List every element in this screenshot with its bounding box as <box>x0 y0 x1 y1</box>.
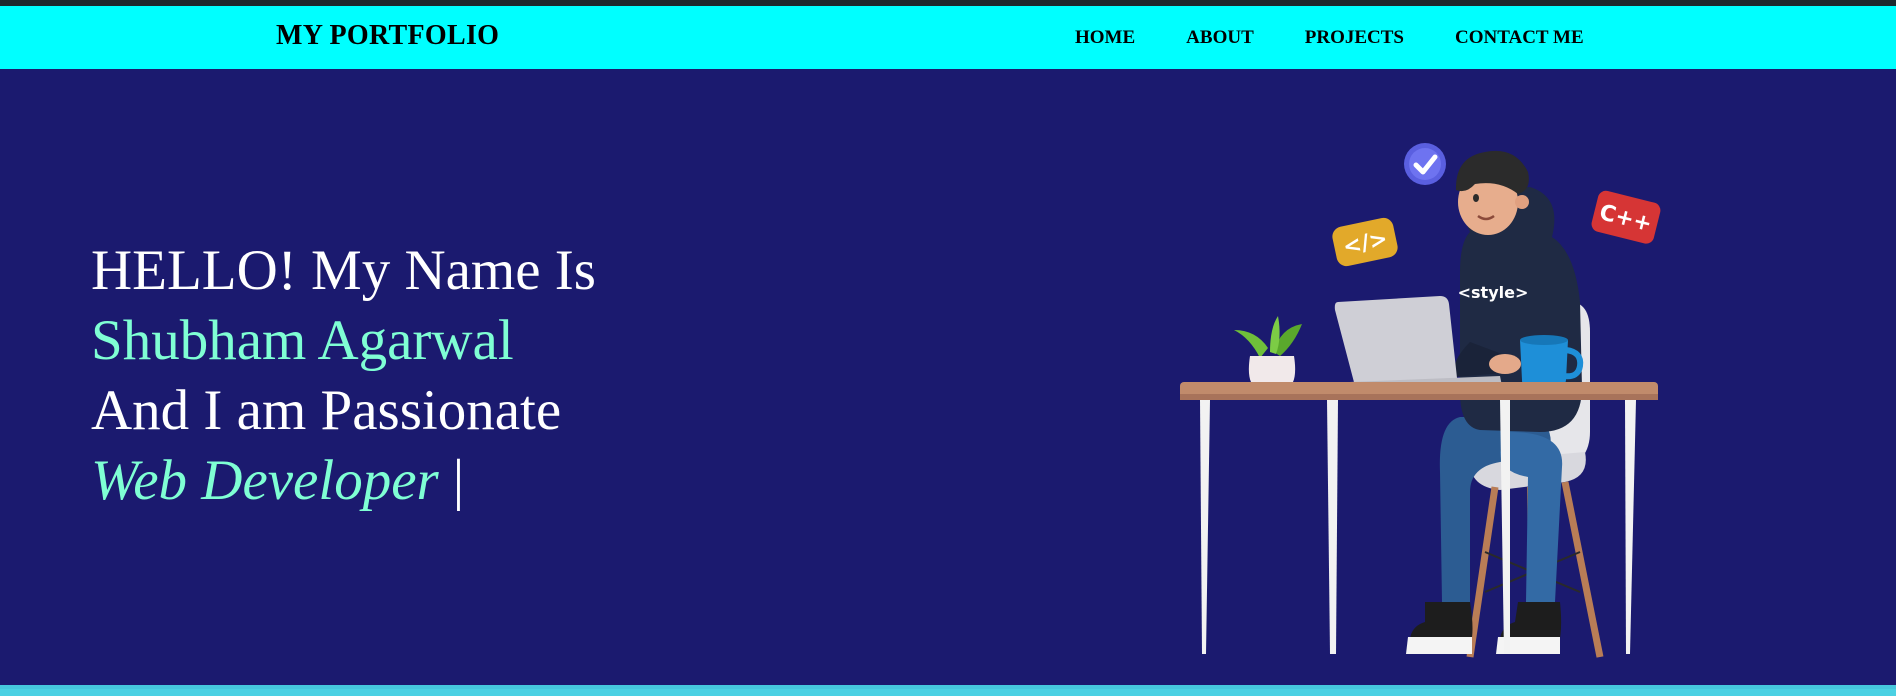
nav-link-about[interactable]: ABOUT <box>1186 27 1254 49</box>
brand-logo[interactable]: MY PORTFOLIO <box>276 20 499 52</box>
navbar: MY PORTFOLIO HOME ABOUT PROJECTS CONTACT… <box>0 6 1896 69</box>
nav-link-projects[interactable]: PROJECTS <box>1305 27 1404 49</box>
bottom-band <box>0 685 1896 696</box>
hero-role: Web Developer <box>91 449 439 512</box>
nav-link-home[interactable]: HOME <box>1075 27 1135 49</box>
hero-name: Shubham Agarwal <box>91 309 514 372</box>
nav-links: HOME ABOUT PROJECTS CONTACT ME <box>1075 27 1635 49</box>
hero-intro: HELLO! My Name Is Shubham Agarwal And I … <box>91 236 596 516</box>
code-badge-icon: </> <box>1332 217 1398 267</box>
cpp-badge-icon: C++ <box>1591 190 1661 244</box>
developer-illustration: </> C++ <style> <box>1180 143 1661 658</box>
hero-role-line: Web Developer | <box>91 446 596 516</box>
hoodie-text: <style> <box>1458 283 1529 302</box>
check-badge-icon <box>1404 143 1446 185</box>
person-legs <box>1406 417 1563 654</box>
plant <box>1234 316 1302 388</box>
nav-link-contact[interactable]: CONTACT ME <box>1455 27 1584 49</box>
typing-cursor: | <box>452 449 465 512</box>
hero-greeting: HELLO! My Name Is <box>91 239 596 302</box>
hero-tagline: And I am Passionate <box>91 379 562 442</box>
